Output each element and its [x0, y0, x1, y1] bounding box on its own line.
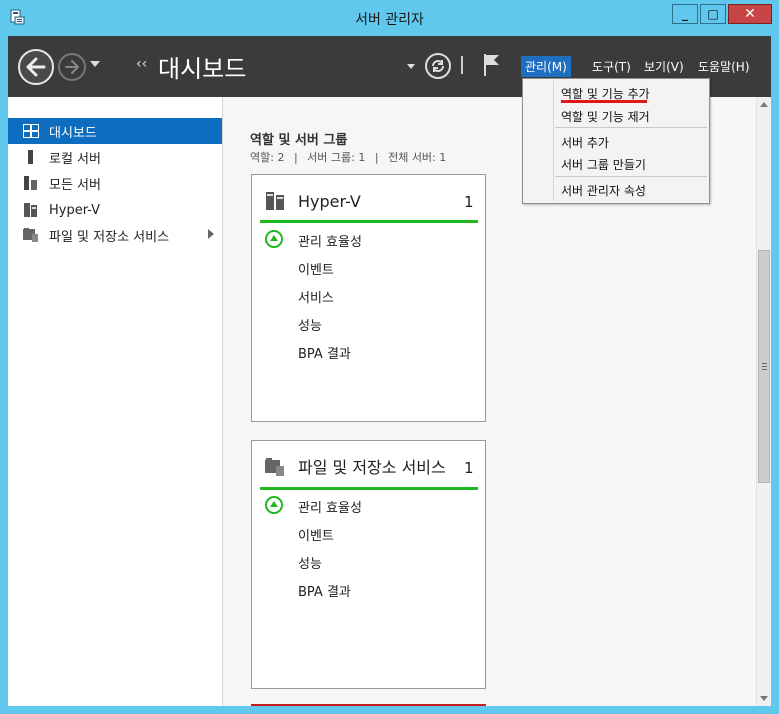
window-frame: 서버 관리자 _ □ ✕ ‹‹ 대시보드 관리(M) 도구(T) 보기(V) 도… — [0, 0, 779, 714]
notifications-flag-icon[interactable] — [482, 52, 502, 78]
arrow-left-icon — [26, 57, 46, 77]
menu-item-remove-roles-features[interactable]: 역할 및 기능 제거 — [561, 108, 650, 125]
role-tile-file-storage[interactable]: 파일 및 저장소 서비스 1 관리 효율성 이벤트 성능 BPA 결과 — [251, 440, 486, 689]
hyperv-icon — [24, 203, 37, 217]
tile-status-bar — [260, 487, 478, 490]
forward-button[interactable] — [58, 53, 86, 81]
maximize-button[interactable]: □ — [700, 4, 726, 24]
grip-icon — [762, 363, 767, 364]
menu-manage[interactable]: 관리(M) — [521, 56, 571, 77]
refresh-icon — [432, 60, 444, 72]
tile-row-events[interactable]: 이벤트 — [298, 259, 334, 278]
tile-row-performance[interactable]: 성능 — [298, 315, 322, 334]
sidebar-item-hyperv[interactable]: Hyper-V — [8, 197, 222, 223]
page-title: 대시보드 — [158, 55, 247, 83]
stat-server-groups: 서버 그룹: 1 — [307, 151, 366, 164]
chevron-right-icon[interactable] — [208, 229, 214, 239]
tile-status-bar — [260, 220, 478, 223]
menu-separator — [555, 176, 707, 177]
menu-help[interactable]: 도움말(H) — [694, 56, 754, 77]
tile-row-services[interactable]: 서비스 — [298, 287, 334, 306]
vertical-scrollbar[interactable] — [756, 97, 771, 706]
menu-gutter — [553, 81, 554, 201]
status-up-icon — [265, 230, 283, 248]
role-tile-hyperv[interactable]: Hyper-V 1 관리 효율성 이벤트 서비스 성능 BPA 결과 — [251, 174, 486, 422]
highlight-underline — [561, 100, 647, 103]
tile-server-count: 1 — [464, 459, 474, 477]
sidebar-item-label: 파일 및 저장소 서비스 — [49, 229, 170, 245]
menu-view[interactable]: 보기(V) — [640, 56, 688, 77]
maximize-icon: □ — [707, 7, 719, 21]
breadcrumb-dropdown-icon[interactable] — [407, 64, 415, 69]
sidebar-item-file-storage[interactable]: 파일 및 저장소 서비스 — [8, 222, 222, 248]
local-server-icon — [28, 150, 33, 164]
tile-row-performance[interactable]: 성능 — [298, 553, 322, 572]
breadcrumb-arrows: ‹‹ — [136, 56, 148, 72]
minimize-icon: _ — [682, 7, 688, 21]
sidebar-item-label: 모든 서버 — [49, 177, 101, 193]
sidebar-item-label: 대시보드 — [49, 125, 97, 141]
sidebar-item-label: Hyper-V — [49, 202, 101, 218]
all-servers-icon — [24, 176, 37, 190]
scroll-up-icon[interactable] — [760, 102, 768, 107]
minimize-button[interactable]: _ — [672, 4, 698, 24]
stat-separator: | — [374, 151, 379, 164]
file-storage-icon — [265, 458, 284, 476]
tile-row-events[interactable]: 이벤트 — [298, 525, 334, 544]
sidebar-item-dashboard[interactable]: 대시보드 — [8, 118, 222, 144]
scrollbar-thumb[interactable] — [758, 250, 770, 483]
next-tile-edge — [251, 704, 486, 706]
refresh-button[interactable] — [425, 53, 451, 79]
window-title: 서버 관리자 — [355, 12, 424, 28]
stat-separator: | — [293, 151, 298, 164]
sidebar-item-local-server[interactable]: 로컬 서버 — [8, 144, 222, 170]
tile-server-count: 1 — [464, 193, 474, 211]
section-stats: 역할: 2 | 서버 그룹: 1 | 전체 서버: 1 — [250, 149, 452, 165]
menu-item-add-server[interactable]: 서버 추가 — [561, 134, 609, 151]
close-icon: ✕ — [744, 6, 756, 22]
tile-title[interactable]: Hyper-V — [298, 191, 448, 213]
close-button[interactable]: ✕ — [728, 4, 772, 24]
sidebar-item-label: 로컬 서버 — [49, 151, 101, 167]
stat-total-servers: 전체 서버: 1 — [388, 151, 447, 164]
stat-roles: 역할: 2 — [250, 151, 285, 164]
scroll-down-icon[interactable] — [760, 696, 768, 701]
menu-item-create-server-group[interactable]: 서버 그룹 만들기 — [561, 156, 646, 173]
tile-row-manageability[interactable]: 관리 효율성 — [298, 497, 362, 516]
hyperv-icon — [266, 192, 284, 210]
title-bar: 서버 관리자 _ □ ✕ — [0, 0, 779, 36]
tile-row-manageability[interactable]: 관리 효율성 — [298, 231, 362, 250]
history-dropdown-icon[interactable] — [90, 61, 100, 67]
dashboard-icon — [23, 124, 39, 138]
tile-row-bpa-results[interactable]: BPA 결과 — [298, 343, 351, 362]
header-separator — [461, 56, 463, 74]
status-up-icon — [265, 496, 283, 514]
back-button[interactable] — [18, 49, 54, 85]
file-storage-icon — [23, 228, 38, 242]
sidebar-item-all-servers[interactable]: 모든 서버 — [8, 170, 222, 196]
manage-dropdown-menu: 역할 및 기능 추가 역할 및 기능 제거 서버 추가 서버 그룹 만들기 서버… — [522, 78, 710, 204]
section-title: 역할 및 서버 그룹 — [250, 133, 348, 148]
menu-separator — [555, 127, 707, 128]
menu-item-server-manager-properties[interactable]: 서버 관리자 속성 — [561, 182, 646, 199]
arrow-right-icon — [65, 60, 79, 74]
sidebar: 대시보드 로컬 서버 모든 서버 Hyper-V 파일 및 저장소 서비스 — [8, 97, 223, 706]
tile-title[interactable]: 파일 및 저장소 서비스 — [298, 457, 448, 479]
menu-tools[interactable]: 도구(T) — [588, 56, 635, 77]
tile-row-bpa-results[interactable]: BPA 결과 — [298, 581, 351, 600]
